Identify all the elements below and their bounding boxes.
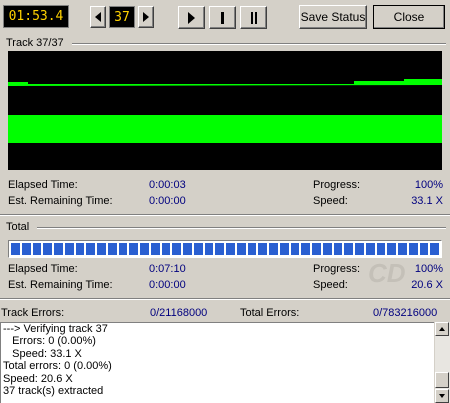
progress-segment — [226, 243, 235, 255]
play-icon — [188, 11, 195, 24]
progress-segment — [279, 243, 289, 255]
log-line: ---> Verifying track 37 — [3, 323, 108, 335]
track-progress-label: Progress: — [313, 179, 361, 191]
total-errors-label: Total Errors: — [240, 307, 300, 319]
triangle-right-icon — [143, 12, 149, 22]
log-line: Speed: 20.6 X — [3, 372, 73, 385]
log-line: Speed: 33.1 X — [3, 347, 82, 360]
progress-segment — [247, 243, 257, 255]
waveform-lower — [8, 115, 442, 143]
track-errors-value: 0/21168000 — [150, 307, 208, 319]
track-speed-label: Speed: — [313, 195, 348, 207]
progress-segment — [376, 243, 386, 255]
close-button[interactable]: Close — [373, 5, 445, 29]
track-elapsed-label: Elapsed Time: — [8, 179, 78, 191]
waveform-display — [8, 51, 442, 170]
log-textarea[interactable]: ---> Verifying track 37 Errors: 0 (0.00%… — [0, 322, 434, 403]
total-elapsed-value: 0:07:10 — [149, 263, 186, 275]
progress-segment — [21, 243, 31, 255]
progress-segment — [129, 243, 138, 255]
arrow-up-icon — [439, 327, 445, 331]
total-progress-fill — [11, 243, 439, 255]
progress-segment — [140, 243, 149, 255]
track-group-divider — [72, 43, 446, 45]
log-line: Total errors: 0 (0.00%) — [3, 360, 112, 373]
progress-segment — [97, 243, 106, 255]
errors-top-divider — [0, 298, 450, 300]
progress-segment — [312, 243, 321, 255]
progress-segment — [269, 243, 278, 255]
next-track-button[interactable] — [138, 6, 154, 28]
progress-segment — [161, 243, 171, 255]
progress-segment — [215, 243, 224, 255]
log-scrollbar[interactable] — [435, 322, 450, 403]
total-remaining-label: Est. Remaining Time: — [8, 279, 113, 291]
total-speed-label: Speed: — [313, 279, 348, 291]
progress-segment — [408, 243, 418, 255]
arrow-down-icon — [439, 394, 445, 398]
total-errors-value: 0/783216000 — [373, 307, 438, 319]
track-remaining-value: 0:00:00 — [149, 195, 186, 207]
stop-icon — [221, 11, 224, 24]
progress-segment — [430, 243, 439, 255]
progress-segment — [258, 243, 267, 255]
track-progress-value: 100% — [414, 179, 443, 191]
progress-segment — [54, 243, 63, 255]
track-group-title: Track 37/37 — [6, 37, 64, 49]
total-elapsed-label: Elapsed Time: — [8, 263, 78, 275]
progress-segment — [322, 243, 332, 255]
triangle-left-icon — [95, 12, 101, 22]
play-button[interactable] — [178, 6, 205, 29]
save-status-button[interactable]: Save Status — [299, 5, 367, 29]
progress-segment — [344, 243, 353, 255]
progress-segment — [118, 243, 128, 255]
previous-track-button[interactable] — [90, 6, 106, 28]
progress-segment — [204, 243, 214, 255]
progress-segment — [419, 243, 429, 255]
progress-segment — [387, 243, 396, 255]
progress-segment — [398, 243, 407, 255]
total-progress-bar — [8, 240, 442, 258]
progress-segment — [290, 243, 300, 255]
progress-segment — [86, 243, 95, 255]
scroll-down-button[interactable] — [435, 389, 449, 403]
progress-segment — [64, 243, 74, 255]
pause-button[interactable] — [240, 6, 267, 29]
total-group-divider — [37, 227, 446, 229]
progress-segment — [32, 243, 42, 255]
total-progress-label: Progress: — [313, 263, 361, 275]
track-remaining-label: Est. Remaining Time: — [8, 195, 113, 207]
progress-segment — [43, 243, 52, 255]
progress-segment — [11, 243, 20, 255]
track-elapsed-value: 0:00:03 — [149, 179, 186, 191]
total-speed-value: 20.6 X — [411, 279, 443, 291]
progress-segment — [75, 243, 85, 255]
total-top-divider — [0, 214, 450, 216]
total-group-title: Total — [6, 221, 30, 233]
log-line: 37 track(s) extracted — [3, 385, 104, 398]
scroll-up-button[interactable] — [435, 322, 449, 336]
progress-segment — [355, 243, 364, 255]
progress-segment — [365, 243, 375, 255]
total-remaining-value: 0:00:00 — [149, 279, 186, 291]
log-line: Errors: 0 (0.00%) — [3, 335, 96, 348]
progress-segment — [107, 243, 117, 255]
progress-segment — [333, 243, 343, 255]
track-speed-value: 33.1 X — [411, 195, 443, 207]
time-display: 01:53.4 — [3, 5, 69, 28]
progress-segment — [236, 243, 246, 255]
pause-icon — [250, 11, 257, 24]
track-number-display: 37 — [109, 6, 135, 28]
total-progress-value: 100% — [414, 263, 443, 275]
progress-segment — [172, 243, 181, 255]
track-errors-label: Track Errors: — [1, 307, 65, 319]
progress-segment — [301, 243, 310, 255]
progress-segment — [183, 243, 192, 255]
progress-segment — [193, 243, 203, 255]
progress-segment — [150, 243, 160, 255]
stop-button[interactable] — [209, 6, 236, 29]
scroll-thumb[interactable] — [435, 372, 449, 388]
